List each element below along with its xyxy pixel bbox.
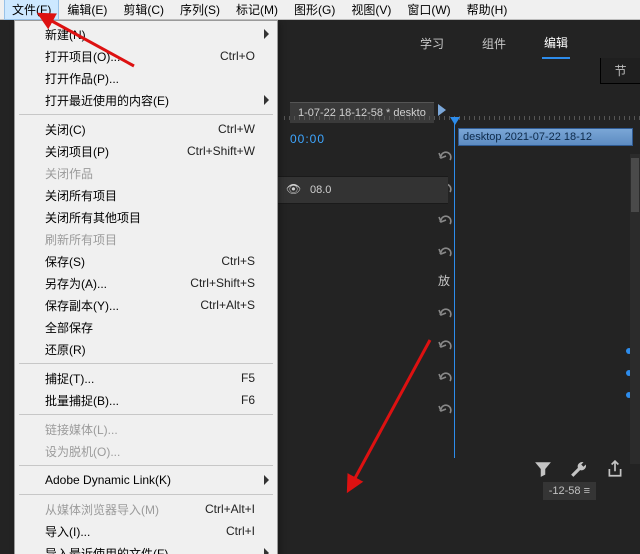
menu-item-label: 批量捕捉(B)...	[45, 392, 241, 409]
menu-bar: 文件(F) 编辑(E) 剪辑(C) 序列(S) 标记(M) 图形(G) 视图(V…	[0, 0, 640, 20]
file-menu-item: 设为脱机(O)...	[17, 440, 275, 462]
menu-marker[interactable]: 标记(M)	[228, 0, 286, 20]
file-menu-item[interactable]: 保存副本(Y)...Ctrl+Alt+S	[17, 294, 275, 316]
menu-edit[interactable]: 编辑(E)	[59, 0, 115, 20]
menu-item-label: 关闭作品	[45, 165, 255, 182]
menu-item-shortcut: Ctrl+S	[221, 254, 255, 268]
file-menu-item[interactable]: 关闭(C)Ctrl+W	[17, 118, 275, 140]
menu-item-shortcut: Ctrl+Shift+W	[187, 144, 255, 158]
menu-item-shortcut: Ctrl+Alt+I	[205, 502, 255, 516]
menu-graphics[interactable]: 图形(G)	[286, 0, 343, 20]
file-menu-item[interactable]: 关闭所有其他项目	[17, 206, 275, 228]
file-menu-item: 关闭作品	[17, 162, 275, 184]
menu-clip[interactable]: 剪辑(C)	[115, 0, 172, 20]
eye-icon[interactable]: 👁	[286, 182, 302, 198]
menu-item-shortcut: F5	[241, 371, 255, 385]
undo-icon[interactable]	[438, 337, 454, 353]
file-menu-item: 刷新所有项目	[17, 228, 275, 250]
file-menu-item[interactable]: 打开最近使用的内容(E)	[17, 89, 275, 111]
menu-item-label: 保存(S)	[45, 253, 221, 270]
menu-item-shortcut: Ctrl+Shift+S	[190, 276, 255, 290]
menu-item-label: 全部保存	[45, 319, 255, 336]
track-label: 08.0	[310, 184, 331, 196]
tab-assembly[interactable]: 组件	[480, 29, 508, 58]
timeline-panel: 节 1-07-22 18-12-58 * deskto 00:00 deskto…	[278, 58, 640, 554]
panel-tab[interactable]: 节	[600, 58, 640, 84]
workspace-tabs: 学习 组件 编辑	[278, 26, 640, 60]
menu-window[interactable]: 窗口(W)	[399, 0, 458, 20]
time-ruler[interactable]	[284, 116, 640, 120]
menu-view[interactable]: 视图(V)	[343, 0, 399, 20]
track-header[interactable]: 👁 08.0	[278, 176, 448, 204]
file-menu-item[interactable]: 打开作品(P)...	[17, 67, 275, 89]
menu-help[interactable]: 帮助(H)	[459, 0, 516, 20]
file-menu-item: 从媒体浏览器导入(M)Ctrl+Alt+I	[17, 498, 275, 520]
undo-icon[interactable]	[438, 244, 454, 260]
file-menu-item[interactable]: 保存(S)Ctrl+S	[17, 250, 275, 272]
menu-item-label: 打开作品(P)...	[45, 70, 255, 87]
undo-icon[interactable]	[438, 401, 454, 417]
clip-label: desktop 2021-07-22 18-12	[463, 131, 592, 143]
menu-item-label: Adobe Dynamic Link(K)	[45, 473, 255, 487]
filter-icon[interactable]	[534, 460, 552, 478]
menu-item-label: 设为脱机(O)...	[45, 443, 255, 460]
menu-item-label: 关闭所有其他项目	[45, 209, 255, 226]
file-menu-item[interactable]: 打开项目(O)...Ctrl+O	[17, 45, 275, 67]
timeline-tools	[534, 460, 624, 478]
undo-icon[interactable]	[438, 148, 454, 164]
playhead[interactable]	[454, 118, 455, 458]
file-menu-item: 链接媒体(L)...	[17, 418, 275, 440]
tab-edit[interactable]: 编辑	[542, 28, 570, 59]
file-menu-item[interactable]: 全部保存	[17, 316, 275, 338]
menu-item-label: 关闭(C)	[45, 121, 218, 138]
menu-item-label: 刷新所有项目	[45, 231, 255, 248]
menu-item-label: 关闭所有项目	[45, 187, 255, 204]
menu-item-shortcut: Ctrl+I	[226, 524, 255, 538]
menu-item-shortcut: F6	[241, 393, 255, 407]
file-menu-item[interactable]: 关闭所有项目	[17, 184, 275, 206]
file-menu-item[interactable]: 新建(N)	[17, 23, 275, 45]
scrollbar-vertical[interactable]	[630, 154, 640, 464]
play-icon[interactable]	[438, 104, 446, 116]
menu-item-label: 从媒体浏览器导入(M)	[45, 501, 205, 518]
undo-icon[interactable]	[438, 212, 454, 228]
menu-item-label: 打开项目(O)...	[45, 48, 220, 65]
timecode: 00:00	[290, 132, 325, 146]
share-icon[interactable]	[606, 460, 624, 478]
play-label: 放	[438, 272, 454, 289]
scrollbar-thumb[interactable]	[631, 158, 639, 212]
file-menu-item[interactable]: 导入(I)...Ctrl+I	[17, 520, 275, 542]
file-menu-item[interactable]: 另存为(A)...Ctrl+Shift+S	[17, 272, 275, 294]
menu-item-label: 保存副本(Y)...	[45, 297, 200, 314]
file-menu: 新建(N) 打开项目(O)...Ctrl+O 打开作品(P)... 打开最近使用的内容…	[14, 20, 278, 554]
tab-learn[interactable]: 学习	[418, 29, 446, 58]
timeline-clip[interactable]: desktop 2021-07-22 18-12	[458, 128, 633, 146]
menu-item-label: 捕捉(T)...	[45, 370, 241, 387]
file-menu-item[interactable]: 关闭项目(P)Ctrl+Shift+W	[17, 140, 275, 162]
file-menu-item[interactable]: 还原(R)	[17, 338, 275, 360]
menu-item-label: 链接媒体(L)...	[45, 421, 255, 438]
menu-file[interactable]: 文件(F)	[4, 0, 59, 20]
file-menu-item[interactable]: 批量捕捉(B)...F6	[17, 389, 275, 411]
menu-item-label: 还原(R)	[45, 341, 255, 358]
menu-item-shortcut: Ctrl+O	[220, 49, 255, 63]
menu-item-shortcut: Ctrl+Alt+S	[200, 298, 255, 312]
file-menu-item[interactable]: 导入最近使用的文件(F)	[17, 542, 275, 554]
file-menu-item[interactable]: 捕捉(T)...F5	[17, 367, 275, 389]
menu-item-label: 另存为(A)...	[45, 275, 190, 292]
menu-item-label: 关闭项目(P)	[45, 143, 187, 160]
footer-timecode: -12-58 ≡	[543, 482, 596, 500]
menu-item-label: 导入最近使用的文件(F)	[45, 545, 255, 554]
file-menu-item[interactable]: Adobe Dynamic Link(K)	[17, 469, 275, 491]
menu-item-label: 打开最近使用的内容(E)	[45, 92, 255, 109]
menu-sequence[interactable]: 序列(S)	[172, 0, 228, 20]
menu-item-shortcut: Ctrl+W	[218, 122, 255, 136]
undo-icon[interactable]	[438, 305, 454, 321]
menu-item-label: 新建(N)	[45, 26, 255, 43]
menu-item-label: 导入(I)...	[45, 523, 226, 540]
undo-icon[interactable]	[438, 369, 454, 385]
wrench-icon[interactable]	[570, 460, 588, 478]
